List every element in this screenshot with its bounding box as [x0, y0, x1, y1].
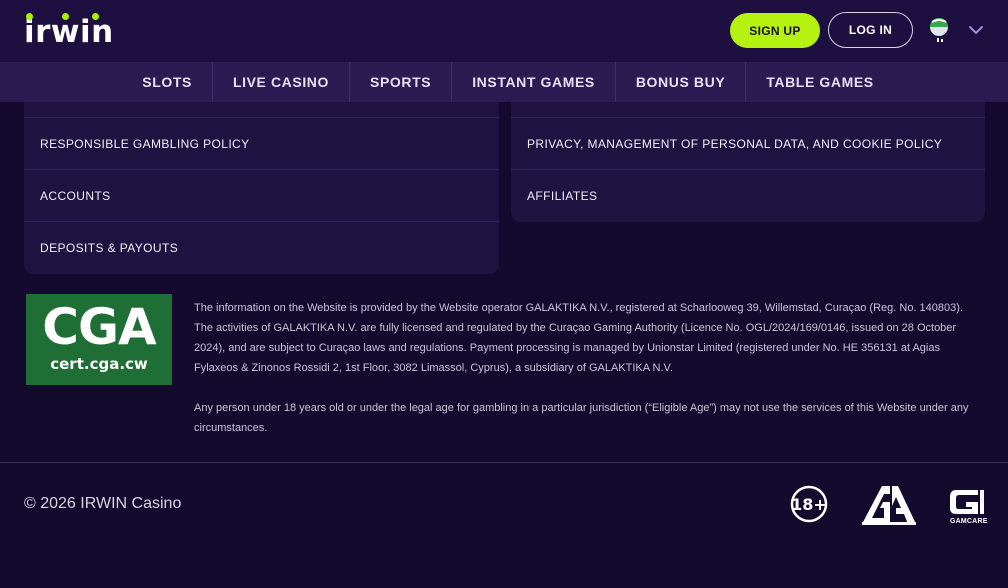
log-in-button[interactable]: LOG IN — [828, 12, 913, 48]
site-header: irwin SIGN UP LOG IN — [0, 0, 1008, 62]
globe-flag-icon[interactable] — [928, 16, 950, 44]
nav-item-live-casino[interactable]: LIVE CASINO — [211, 62, 349, 102]
legal-paragraph-age: Any person under 18 years old or under t… — [194, 402, 969, 434]
footer-links-left: RESPONSIBLE GAMBLING POLICY ACCOUNTS DEP… — [24, 102, 499, 274]
legal-paragraph-operator: The information on the Website is provid… — [194, 302, 963, 374]
footer-links-right: PRIVACY, MANAGEMENT OF PERSONAL DATA, AN… — [511, 102, 985, 222]
cga-license-badge[interactable]: CGA cert.cga.cw — [26, 294, 172, 385]
sign-up-button[interactable]: SIGN UP — [730, 13, 820, 48]
chevron-down-icon[interactable] — [968, 24, 984, 36]
nav-item-slots[interactable]: SLOTS — [122, 62, 212, 102]
footer-divider — [0, 462, 1008, 463]
nav-item-instant-games[interactable]: INSTANT GAMES — [451, 62, 615, 102]
main-nav: SLOTS LIVE CASINO SPORTS INSTANT GAMES B… — [0, 62, 1008, 102]
copyright-text: © 2026 IRWIN Casino — [24, 495, 182, 512]
nav-item-bonus-buy[interactable]: BONUS BUY — [614, 62, 745, 102]
age-badge-text: 18+ — [791, 495, 827, 514]
cga-badge-url: cert.cga.cw — [50, 355, 148, 373]
link-affiliates[interactable]: AFFILIATES — [511, 169, 985, 221]
cga-badge-title: CGA — [42, 298, 156, 356]
irwin-logo[interactable]: irwin — [24, 12, 114, 52]
link-responsible-gambling[interactable]: RESPONSIBLE GAMBLING POLICY — [24, 117, 499, 169]
link-deposits-payouts[interactable]: DEPOSITS & PAYOUTS — [24, 221, 499, 273]
gambling-anonymous-icon — [862, 486, 916, 525]
nav-item-sports[interactable]: SPORTS — [349, 62, 451, 102]
legal-text: The information on the Website is provid… — [194, 298, 984, 438]
logo-dots — [24, 13, 124, 21]
age-18-plus-icon: 18+ — [790, 485, 828, 523]
nav-item-table-games[interactable]: TABLE GAMES — [745, 62, 893, 102]
link-accounts[interactable]: ACCOUNTS — [24, 169, 499, 221]
gamcare-label: GAMCARE — [950, 518, 988, 525]
link-privacy-policy[interactable]: PRIVACY, MANAGEMENT OF PERSONAL DATA, AN… — [511, 117, 985, 169]
